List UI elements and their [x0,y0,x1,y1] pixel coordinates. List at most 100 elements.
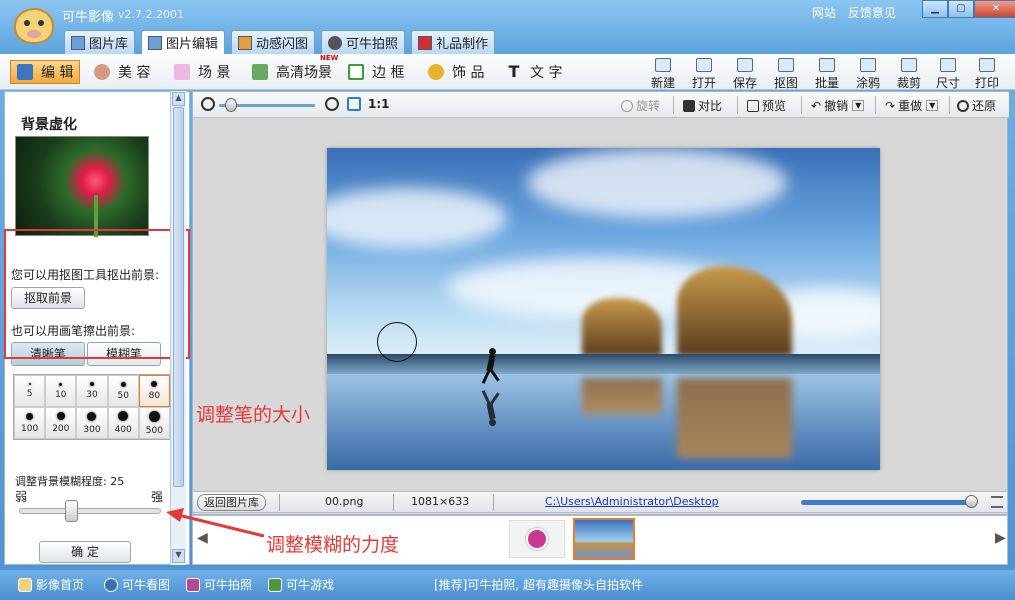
tab-camera[interactable]: 可牛拍照 [321,30,406,54]
brush-size-option[interactable]: 300 [76,407,108,439]
resize-button[interactable]: 尺寸 [933,57,963,90]
action-label: 保存 [732,76,757,90]
redo-button[interactable]: ↷ 重做 ▼ [885,97,939,114]
new-button[interactable]: 新建 [648,57,678,90]
tool-tab-edit[interactable]: 编 辑 [10,60,81,84]
brush-size-option[interactable]: 100 [14,407,46,439]
cutout-button[interactable]: 抠图 [771,57,801,90]
size-label: 10 [55,389,67,400]
batch-button[interactable]: 批量 [812,57,842,90]
tab-gallery[interactable]: 图片库 [64,30,136,54]
preview-button[interactable]: 预览 [747,97,786,114]
blur-slider[interactable] [19,500,161,522]
fit-icon[interactable] [347,97,361,111]
rotate-button[interactable]: 旋转 [621,97,660,114]
scroll-up-arrow-icon[interactable]: ▲ [172,92,185,106]
tool-tab-text[interactable]: T文 字 [506,60,563,84]
tool-tab-frame[interactable]: 边 框 [348,60,404,84]
camera-link[interactable]: 可牛拍照 [186,576,252,593]
action-label: 打开 [691,76,716,90]
menu-icon[interactable] [991,496,1003,508]
scroll-thumb[interactable] [173,107,184,487]
zoom-out-icon[interactable] [201,97,215,111]
weak-label: 弱 [15,490,28,504]
window-controls: ▁ ▢ ✕ [922,0,1015,18]
thumbnail-item-selected[interactable] [573,518,635,560]
tool-tab-hd-scene[interactable]: 高清场景 NEW [252,54,338,84]
new-badge: NEW [320,54,339,62]
confirm-button[interactable]: 确 定 [39,541,131,563]
divider [493,494,494,511]
save-button[interactable]: 保存 [730,57,760,90]
close-button[interactable]: ✕ [974,0,1015,18]
size-label: 200 [52,424,70,434]
brush-size-option[interactable]: 30 [76,375,108,407]
brush-size-option[interactable]: 200 [45,407,77,439]
title-bar: 可牛影像 v2.7.2.2001 网站 反馈意见 ▁ ▢ ✕ 图片库 图片编辑 … [0,0,1015,56]
brush-cursor [377,322,417,362]
brush-dot-icon [26,412,34,420]
viewer-link[interactable]: 可牛看图 [104,576,170,593]
thumbnail-zoom-slider[interactable] [801,495,978,508]
hd-scene-icon [252,64,268,80]
crop-button[interactable]: 裁剪 [894,57,924,90]
open-button[interactable]: 打开 [689,57,719,90]
undo-arrow-icon: ↶ [811,98,822,113]
undo-button[interactable]: ↶ 撤销 ▼ [811,97,865,114]
scroll-down-arrow-icon[interactable]: ▼ [172,549,185,563]
print-button[interactable]: 打印 [972,57,1002,90]
compare-icon [683,99,695,112]
brush-size-option-selected[interactable]: 80 [138,375,170,407]
tab-label: 图片库 [89,37,129,52]
left-panel-scrollbar[interactable]: ▲ ▼ [170,91,186,565]
brush-size-option[interactable]: 500 [138,407,170,439]
thumbnail-zoom-knob[interactable] [965,495,978,508]
thumbnail-item[interactable] [509,520,565,558]
restore-button[interactable]: 还原 [957,97,996,114]
promo-link[interactable]: [推荐]可牛拍照, 超有趣摄像头自拍软件 [434,576,643,593]
compare-label: 对比 [698,99,723,113]
home-link[interactable]: 影像首页 [18,576,84,593]
redo-dropdown-icon[interactable]: ▼ [926,100,939,111]
tool-tab-beauty[interactable]: 美 容 [94,60,150,84]
compare-button[interactable]: 对比 [683,97,722,114]
brush-icon [860,58,876,72]
tab-image-edit[interactable]: 图片编辑 [141,30,226,54]
strip-right-arrow-icon[interactable]: ▶ [995,530,1006,550]
tool-tab-label: 美 容 [118,65,151,81]
frame-icon [348,64,364,80]
preview-icon [747,99,759,112]
minimize-button[interactable]: ▁ [922,0,948,18]
zoom-slider-knob[interactable] [225,98,237,112]
undo-dropdown-icon[interactable]: ▼ [852,100,865,111]
tab-animated[interactable]: 动感闪图 [231,30,316,54]
reflection [582,378,662,414]
website-link[interactable]: 网站 [812,6,836,20]
cloud [527,148,787,218]
maximize-button[interactable]: ▢ [948,0,974,18]
doodle-button[interactable]: 涂鸦 [853,57,883,90]
feedback-link[interactable]: 反馈意见 [848,6,896,20]
crop-icon [901,58,917,72]
tool-tab-scene[interactable]: 场 景 [174,60,230,84]
brush-size-option[interactable]: 10 [45,375,77,407]
brush-size-option[interactable]: 50 [107,375,139,407]
actual-size-button[interactable]: 1:1 [368,97,390,111]
games-link[interactable]: 可牛游戏 [268,576,334,593]
panel-title: 背景虚化 [21,117,77,133]
brush-size-option[interactable]: 5 [14,375,46,407]
tab-gift[interactable]: 礼品制作 [411,30,496,54]
zoom-in-icon[interactable] [325,97,339,111]
tool-tab-label: 场 景 [198,65,231,81]
action-label: 打印 [974,76,999,90]
size-label: 300 [83,424,101,435]
file-path-link[interactable]: C:\Users\Administrator\Desktop [545,495,719,508]
rotate-icon [621,99,633,112]
blur-slider-knob[interactable] [65,500,78,522]
edited-photo[interactable] [327,148,880,470]
tool-tab-decor[interactable]: 饰 品 [428,60,484,84]
size-label: 400 [114,425,132,435]
runner-figure [481,348,500,388]
brush-size-option[interactable]: 400 [107,407,139,439]
film-icon [238,35,253,50]
